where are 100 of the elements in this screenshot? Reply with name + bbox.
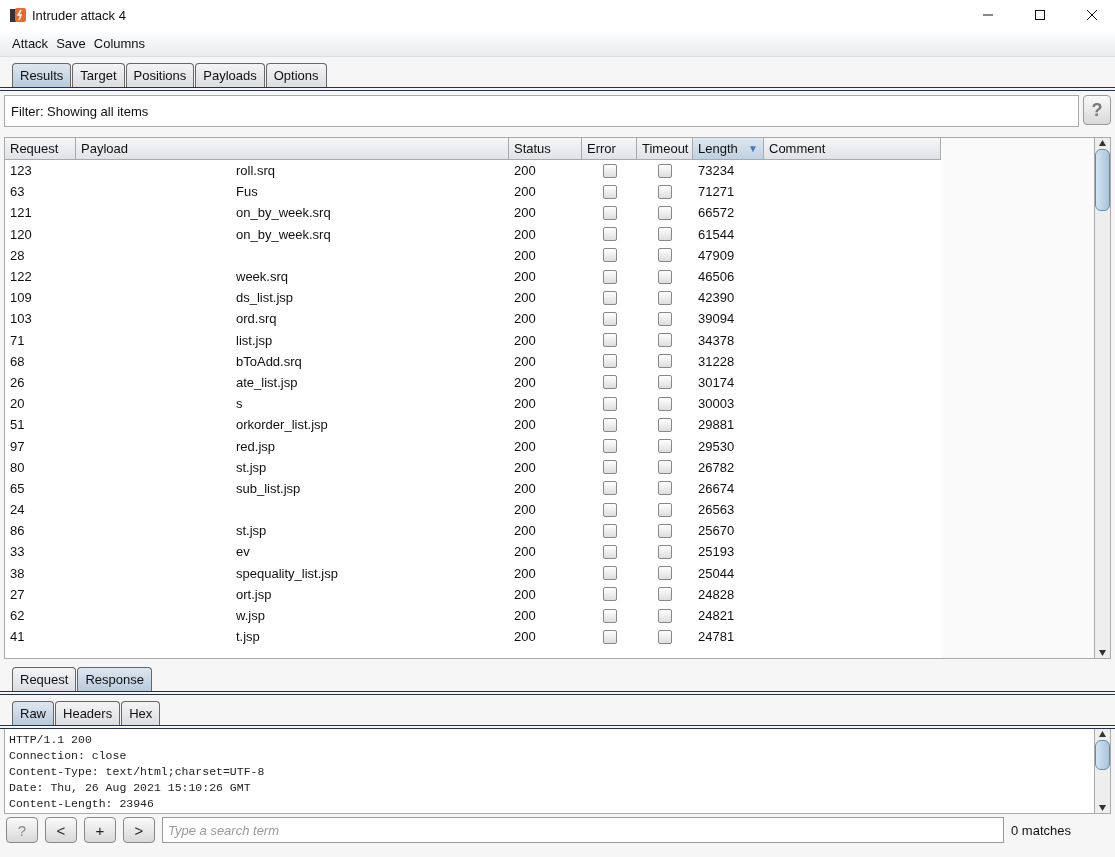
menu-item[interactable]: Attack <box>12 35 49 51</box>
checkbox[interactable] <box>658 269 672 284</box>
table-cell: 26674 <box>698 480 735 496</box>
table-cell: 73234 <box>698 163 735 179</box>
help-button[interactable]: ? <box>1083 95 1111 125</box>
column-header[interactable]: Length ▼ <box>693 138 764 160</box>
checkbox[interactable] <box>602 523 617 538</box>
table-cell: 39094 <box>698 311 735 327</box>
search-field[interactable]: Type a search term <box>162 817 1004 843</box>
tab[interactable]: Response <box>77 667 152 691</box>
checkbox[interactable] <box>602 544 617 559</box>
table-cell: 71271 <box>698 184 735 200</box>
table-cell: st.jsp <box>236 523 267 539</box>
checkbox[interactable] <box>658 544 672 559</box>
checkbox[interactable] <box>658 439 672 454</box>
checkbox[interactable] <box>658 481 672 496</box>
checkbox[interactable] <box>658 333 672 348</box>
table-cell: 62 <box>10 608 25 624</box>
checkbox[interactable] <box>602 205 617 220</box>
checkbox[interactable] <box>658 587 672 602</box>
scroll-up-icon[interactable] <box>1098 729 1107 738</box>
table-cell: 200 <box>514 269 536 285</box>
table-cell: Fus <box>236 184 258 200</box>
checkbox[interactable] <box>658 502 672 517</box>
checkbox[interactable] <box>602 629 617 644</box>
checkbox[interactable] <box>658 523 672 538</box>
tab[interactable]: Target <box>72 63 125 87</box>
tab[interactable]: Options <box>265 63 327 87</box>
checkbox[interactable] <box>602 248 617 263</box>
checkbox[interactable] <box>602 481 617 496</box>
checkbox[interactable] <box>658 629 672 644</box>
menu-item[interactable]: Save <box>56 35 86 51</box>
scroll-down-icon[interactable] <box>1098 804 1107 813</box>
table-cell: bToAdd.srq <box>236 353 302 369</box>
tab[interactable]: Headers <box>55 701 121 725</box>
tab[interactable]: Payloads <box>195 63 265 87</box>
checkbox[interactable] <box>658 248 672 263</box>
filter-bar[interactable]: Filter: Showing all items <box>4 95 1079 127</box>
checkbox[interactable] <box>658 608 672 623</box>
checkbox[interactable] <box>602 396 617 411</box>
tab[interactable]: Hex <box>121 701 161 725</box>
checkbox[interactable] <box>602 375 617 390</box>
scrollbar[interactable] <box>1094 138 1110 658</box>
checkbox[interactable] <box>602 269 617 284</box>
nav-button[interactable]: + <box>84 817 116 843</box>
table-cell: 200 <box>514 163 536 179</box>
table-cell: 42390 <box>698 290 735 306</box>
checkbox[interactable] <box>658 460 672 475</box>
menu-item[interactable]: Columns <box>93 35 146 51</box>
tab[interactable]: Results <box>12 63 72 87</box>
checkbox[interactable] <box>602 184 617 199</box>
tab[interactable]: Raw <box>12 701 54 725</box>
checkbox[interactable] <box>658 566 672 581</box>
table-cell: w.jsp <box>236 608 265 624</box>
column-header[interactable]: Error <box>582 138 637 160</box>
scroll-thumb[interactable] <box>1095 149 1110 211</box>
nav-button[interactable]: > <box>123 817 155 843</box>
column-header[interactable]: Comment <box>764 138 941 160</box>
column-header[interactable]: Payload <box>76 138 509 160</box>
checkbox[interactable] <box>602 608 617 623</box>
checkbox[interactable] <box>602 502 617 517</box>
checkbox[interactable] <box>658 396 672 411</box>
table-cell: 33 <box>10 544 25 560</box>
nav-button[interactable]: < <box>45 817 77 843</box>
column-header[interactable]: Request <box>5 138 76 160</box>
checkbox[interactable] <box>602 163 617 178</box>
maximize-icon[interactable] <box>1034 9 1046 21</box>
checkbox[interactable] <box>658 227 672 242</box>
checkbox[interactable] <box>602 333 617 348</box>
table-cell: 51 <box>10 417 25 433</box>
checkbox[interactable] <box>602 566 617 581</box>
scroll-thumb[interactable] <box>1095 740 1110 770</box>
column-header[interactable]: Timeout <box>637 138 693 160</box>
checkbox[interactable] <box>602 417 617 432</box>
checkbox[interactable] <box>658 163 672 178</box>
tab[interactable]: Positions <box>125 63 195 87</box>
table-cell: 200 <box>514 290 536 306</box>
checkbox[interactable] <box>602 227 617 242</box>
response-line: HTTP/1.1 200 <box>9 732 93 748</box>
checkbox[interactable] <box>602 354 617 369</box>
column-header[interactable]: Status <box>509 138 582 160</box>
checkbox[interactable] <box>658 184 672 199</box>
tab[interactable]: Request <box>12 667 77 691</box>
checkbox[interactable] <box>658 205 672 220</box>
checkbox[interactable] <box>602 587 617 602</box>
checkbox[interactable] <box>658 354 672 369</box>
checkbox[interactable] <box>658 311 672 326</box>
checkbox[interactable] <box>658 375 672 390</box>
close-icon[interactable] <box>1086 9 1098 21</box>
scrollbar[interactable] <box>1094 729 1110 813</box>
checkbox[interactable] <box>602 460 617 475</box>
table-cell: 200 <box>514 523 536 539</box>
checkbox[interactable] <box>602 290 617 305</box>
checkbox[interactable] <box>602 311 617 326</box>
table-cell: 66572 <box>698 205 735 221</box>
scroll-up-icon[interactable] <box>1098 138 1107 147</box>
checkbox[interactable] <box>658 417 672 432</box>
checkbox[interactable] <box>658 290 672 305</box>
checkbox[interactable] <box>602 439 617 454</box>
scroll-down-icon[interactable] <box>1098 649 1107 658</box>
